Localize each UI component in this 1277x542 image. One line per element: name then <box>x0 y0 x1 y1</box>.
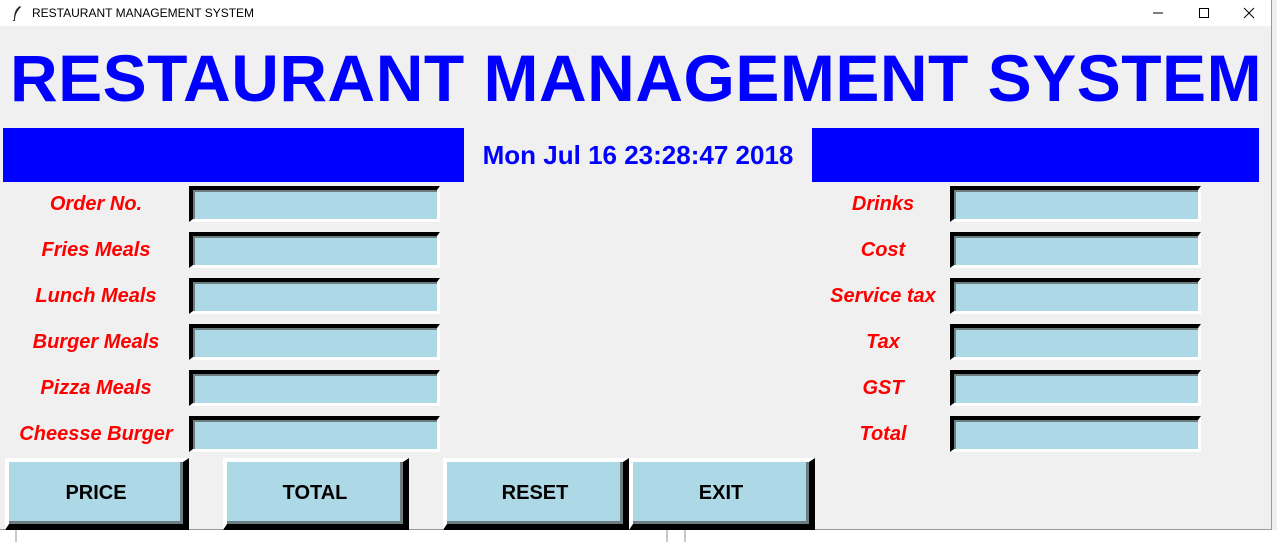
service-tax-input[interactable] <box>950 278 1201 314</box>
lunch-meals-label: Lunch Meals <box>35 285 157 307</box>
window-title: RESTAURANT MANAGEMENT SYSTEM <box>32 6 255 20</box>
desktop-divider <box>684 530 686 542</box>
tk-feather-icon <box>12 6 21 21</box>
exit-button[interactable]: EXIT <box>629 458 815 530</box>
total-input[interactable] <box>950 416 1201 452</box>
service-tax-label: Service tax <box>830 285 936 307</box>
maximize-icon <box>1199 8 1209 18</box>
cheese-burger-label: Cheesse Burger <box>19 423 173 445</box>
burger-meals-label: Burger Meals <box>32 331 160 353</box>
drinks-label: Drinks <box>851 193 915 215</box>
maximize-button[interactable] <box>1181 0 1227 26</box>
gst-label: GST <box>862 377 904 399</box>
desktop-divider <box>15 530 17 542</box>
page-title: RESTAURANT MANAGEMENT SYSTEM <box>9 41 1263 115</box>
total-label: Total <box>859 423 907 445</box>
burger-meals-input[interactable] <box>189 324 440 360</box>
fries-meals-label: Fries Meals <box>41 239 151 261</box>
desktop-divider <box>666 530 668 542</box>
order-no-label: Order No. <box>49 193 143 215</box>
header-bar-right <box>812 128 1259 182</box>
tax-label: Tax <box>866 331 900 353</box>
pizza-meals-input[interactable] <box>189 370 440 406</box>
pizza-meals-label: Pizza Meals <box>40 377 152 399</box>
title-bar[interactable]: RESTAURANT MANAGEMENT SYSTEM <box>0 0 1271 26</box>
drinks-input[interactable] <box>950 186 1201 222</box>
cheese-burger-input[interactable] <box>189 416 440 452</box>
minimize-icon <box>1153 12 1163 14</box>
tax-input[interactable] <box>950 324 1201 360</box>
cost-label: Cost <box>860 239 906 261</box>
minimize-button[interactable] <box>1135 0 1181 26</box>
close-icon <box>1243 7 1255 19</box>
cost-input[interactable] <box>950 232 1201 268</box>
reset-button[interactable]: RESET <box>443 458 629 530</box>
app-window: RESTAURANT MANAGEMENT SYSTEM RESTAURANT … <box>0 0 1272 530</box>
fries-meals-input[interactable] <box>189 232 440 268</box>
gst-input[interactable] <box>950 370 1201 406</box>
order-no-input[interactable] <box>189 186 440 222</box>
desktop-background <box>0 530 1277 542</box>
price-button[interactable]: PRICE <box>5 458 189 530</box>
close-button[interactable] <box>1226 0 1272 26</box>
header-bar-left <box>3 128 464 182</box>
datetime-display: Mon Jul 16 23:28:47 2018 <box>464 128 812 182</box>
lunch-meals-input[interactable] <box>189 278 440 314</box>
total-button[interactable]: TOTAL <box>223 458 409 530</box>
